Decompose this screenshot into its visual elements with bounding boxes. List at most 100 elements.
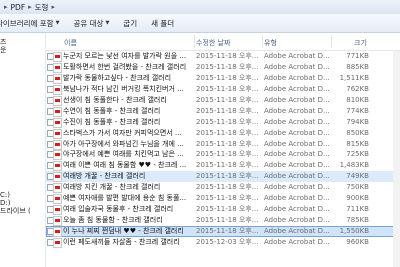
file-name: 이런 페도새끼들 자살좀 - 찬크레 갤러리 [63,237,180,246]
file-name: 북남나가 적다 남긴 버거킹 폭치킨버거 ... [63,84,184,93]
file-size: 749KB [346,172,369,181]
column-header: 이름 수정한 날짜 유형 크기 [46,33,400,51]
address-bar[interactable]: ▸ PDF ▸ 도형 ▸ [0,0,400,15]
file-name: 누군지 모르는 낯선 여자를 발가락 원을 ... [63,52,187,60]
include-in-library-button[interactable]: 라이브러리에 포함 ▼ [0,18,66,29]
file-row[interactable]: 선생이 침 동풀한다 - 찬크레 갤러리 2015-11-18 오후... Adob… [46,95,400,106]
column-size-header[interactable]: 크기 [354,38,367,48]
file-type: Adobe Acrobat D... [264,194,330,203]
column-type-header[interactable]: 유형 [264,38,277,48]
include-in-library-label: 라이브러리에 포함 [0,18,54,28]
file-size: 711KB [346,205,369,214]
file-size: 1,550KB [339,227,369,235]
breadcrumb[interactable]: ▸ PDF ▸ 도형 ▸ [4,2,55,12]
file-size: 1,511KB [339,73,369,82]
file-date: 2015-11-18 오후... [196,106,259,115]
pdf-file-icon [53,205,62,216]
column-divider[interactable] [331,35,332,48]
file-type: Adobe Acrobat D... [264,139,330,148]
breadcrumb-expand-icon[interactable]: ▸ [51,3,55,11]
file-type: Adobe Acrobat D... [264,237,330,246]
column-date-header[interactable]: 수정한 날짜 [196,38,230,48]
new-folder-label: 새 폴더 [151,18,175,28]
file-type: Adobe Acrobat D... [264,62,330,71]
file-row[interactable]: 수연이 침 동풀후 - 찬크레 갤러리 2015-11-18 오후... Adobe… [46,106,400,117]
file-row[interactable]: 여래 입술자국 동물후 - 찬크레 갤러리 2015-11-18 오후... Ado… [46,204,400,216]
file-type: Adobe Acrobat D... [264,172,330,181]
file-date: 2015-11-18 오후... [196,205,259,214]
file-size: 794KB [346,117,369,126]
burn-button[interactable]: 굽기 [116,18,144,29]
file-row[interactable]: 여래 이쁜 여래 침 동물함 ♥♥ - 찬크레 ... 2015-11-18 오후… [46,160,400,172]
file-date: 2015-12-03 오후... [196,237,259,246]
file-size: 771KB [346,52,369,60]
file-type: Adobe Acrobat D... [264,128,330,137]
file-name: 여래 이쁜 여래 침 동물함 ♥♥ - 찬크레 ... [63,161,187,170]
nav-item[interactable]: 운 [0,45,6,55]
chevron-down-icon: ▼ [55,20,60,26]
file-row[interactable]: 예쁜 여자애를 발편 발대에 용순 침 동풀... 2015-11-18 오후..… [46,193,400,205]
file-row[interactable]: 여래방 개꿀 - 찬크레 갤러리 2015-11-18 오후... Adobe Ac… [46,171,400,183]
nav-item[interactable]: 드라이브 ( [0,206,31,216]
file-row[interactable]: 이 누나 찌찌 쩐덤내 ♥♥ - 찬크레 갤러리 2015-11-18 오후...… [46,226,400,237]
breadcrumb-folder[interactable]: 도형 [35,2,49,13]
burn-label: 굽기 [123,18,138,28]
navigation-pane[interactable]: 즈 운 C:) D:) 드라이브 ( [0,33,46,267]
file-size: 900KB [346,194,369,203]
command-bar: 라이브러리에 포함 ▼ 공유 대상 ▼ 굽기 새 폴더 [0,14,400,33]
breadcrumb-separator-icon: ▸ [4,3,8,11]
pdf-file-icon [53,52,62,62]
new-folder-button[interactable]: 새 폴더 [144,18,181,29]
pdf-file-icon [53,237,62,248]
file-type: Adobe Acrobat D... [264,95,330,104]
file-row[interactable]: 여래방 지킨 개꿀 - 찬크레 갤러리 2015-11-18 오후... Adobe… [46,182,400,194]
file-row[interactable]: 스타벅스가 가서 여자만 커피먹으면서 ... 2015-11-18 오후... A… [46,128,400,139]
column-name-header[interactable]: 이름 [64,38,77,48]
file-row[interactable]: 도활하면서 한번 걸려봤을 - 찬크레 갤러리 2015-11-18 오후... A… [46,62,400,73]
breadcrumb-pdf[interactable]: PDF [11,3,26,12]
file-type: Adobe Acrobat D... [264,161,330,170]
share-with-label: 공유 대상 [73,18,104,28]
file-type: Adobe Acrobat D... [264,150,330,159]
pdf-file-icon [53,227,62,237]
column-divider[interactable] [194,35,195,48]
pdf-file-icon [53,139,62,150]
file-date: 2015-11-18 오후... [196,128,259,137]
file-row[interactable]: 야구장에서 예쁜 여래를 치킨먹고 남은 ... 2015-11-18 오후...… [46,149,400,161]
pdf-file-icon [53,106,62,117]
pdf-file-icon [53,183,62,194]
file-date: 2015-11-18 오후... [196,62,259,71]
column-divider[interactable] [262,35,263,48]
file-name: 야구장에서 예쁜 여래를 치킨먹고 남은 ... [63,150,184,159]
pdf-file-icon [53,172,62,183]
file-type: Adobe Acrobat D... [264,183,330,192]
pdf-file-icon [53,128,62,139]
file-type: Adobe Acrobat D... [264,84,330,93]
file-name: 발가락 동물하고싶다 - 찬크레 갤러리 [63,73,172,82]
vertical-scrollbar[interactable] [393,51,400,267]
file-row[interactable]: 누군지 모르는 낯선 여자를 발가락 원을 ... 2015-11-18 오후..… [46,51,400,62]
pdf-file-icon [53,62,62,73]
pdf-file-icon [53,73,62,84]
file-row[interactable]: 수진이 침 동풀후 - 찬크레 갤러리 2015-11-18 오후... Adobe… [46,117,400,128]
file-type: Adobe Acrobat D... [264,52,330,60]
file-type: Adobe Acrobat D... [264,106,330,115]
file-row[interactable]: 오늘 좀 침 동물함 - 찬크레 갤러리 2015-11-18 오후... Adob… [46,215,400,227]
file-row[interactable]: 북남나가 적다 남긴 버거킹 폭치킨버거 ... 2015-11-18 오후...… [46,84,400,95]
file-name: 예쁜 여자애를 발편 발대에 용순 침 동풀... [63,194,187,203]
file-date: 2015-11-18 오후... [196,52,259,60]
file-type: Adobe Acrobat D... [264,227,330,235]
file-type: Adobe Acrobat D... [264,216,330,225]
pdf-file-icon [53,161,62,172]
file-row[interactable]: 발가락 동물하고싶다 - 찬크레 갤러리 2015-11-18 오후... Adob… [46,73,400,84]
file-row[interactable]: 아가 아구장에서 와파넘긴 누님을 개에 ... 2015-11-18 오후...… [46,139,400,150]
file-name: 여래방 지킨 개꿀 - 찬크레 갤러리 [63,183,161,192]
file-size: 810KB [346,95,369,104]
file-date: 2015-11-18 오후... [196,73,259,82]
file-date: 2015-11-18 오후... [196,161,259,170]
file-date: 2015-11-18 오후... [196,172,259,181]
file-row[interactable]: 이런 페도새끼들 자살좀 - 찬크레 갤러리 2015-12-03 오후... Ad… [46,237,400,248]
file-date: 2015-11-18 오후... [196,216,259,225]
share-with-button[interactable]: 공유 대상 ▼ [66,18,116,29]
pdf-file-icon [53,84,62,95]
